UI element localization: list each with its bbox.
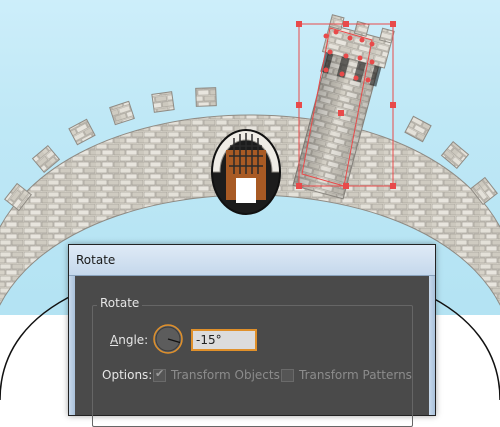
dialog-body: Rotate Angle: -15° Options: ✔ Transform … bbox=[75, 276, 429, 427]
checkmark-icon: ✔ bbox=[155, 366, 165, 380]
checkbox-icon[interactable] bbox=[281, 368, 294, 382]
transform-patterns-option[interactable]: Transform Patterns bbox=[281, 366, 412, 384]
angle-label-rest: ngle: bbox=[118, 333, 149, 347]
rotate-dialog: Rotate Rotate Angle: -15° Options: ✔ Tra… bbox=[68, 244, 436, 427]
rotate-group-label: Rotate bbox=[97, 296, 143, 310]
gate-icon bbox=[211, 129, 281, 215]
transform-objects-option[interactable]: ✔ Transform Objects bbox=[153, 366, 280, 384]
transform-objects-label: Transform Objects bbox=[171, 368, 280, 382]
angle-label-mnemonic: A bbox=[110, 333, 119, 347]
transform-patterns-label: Transform Patterns bbox=[299, 368, 412, 382]
angle-label: Angle: bbox=[110, 333, 148, 347]
options-label: Options: bbox=[102, 368, 153, 382]
angle-input[interactable]: -15° bbox=[191, 329, 257, 351]
dial-icon[interactable] bbox=[152, 323, 184, 355]
dialog-frame-right bbox=[429, 276, 435, 415]
dialog-title[interactable]: Rotate bbox=[69, 245, 435, 276]
checkbox-icon[interactable]: ✔ bbox=[153, 366, 166, 382]
